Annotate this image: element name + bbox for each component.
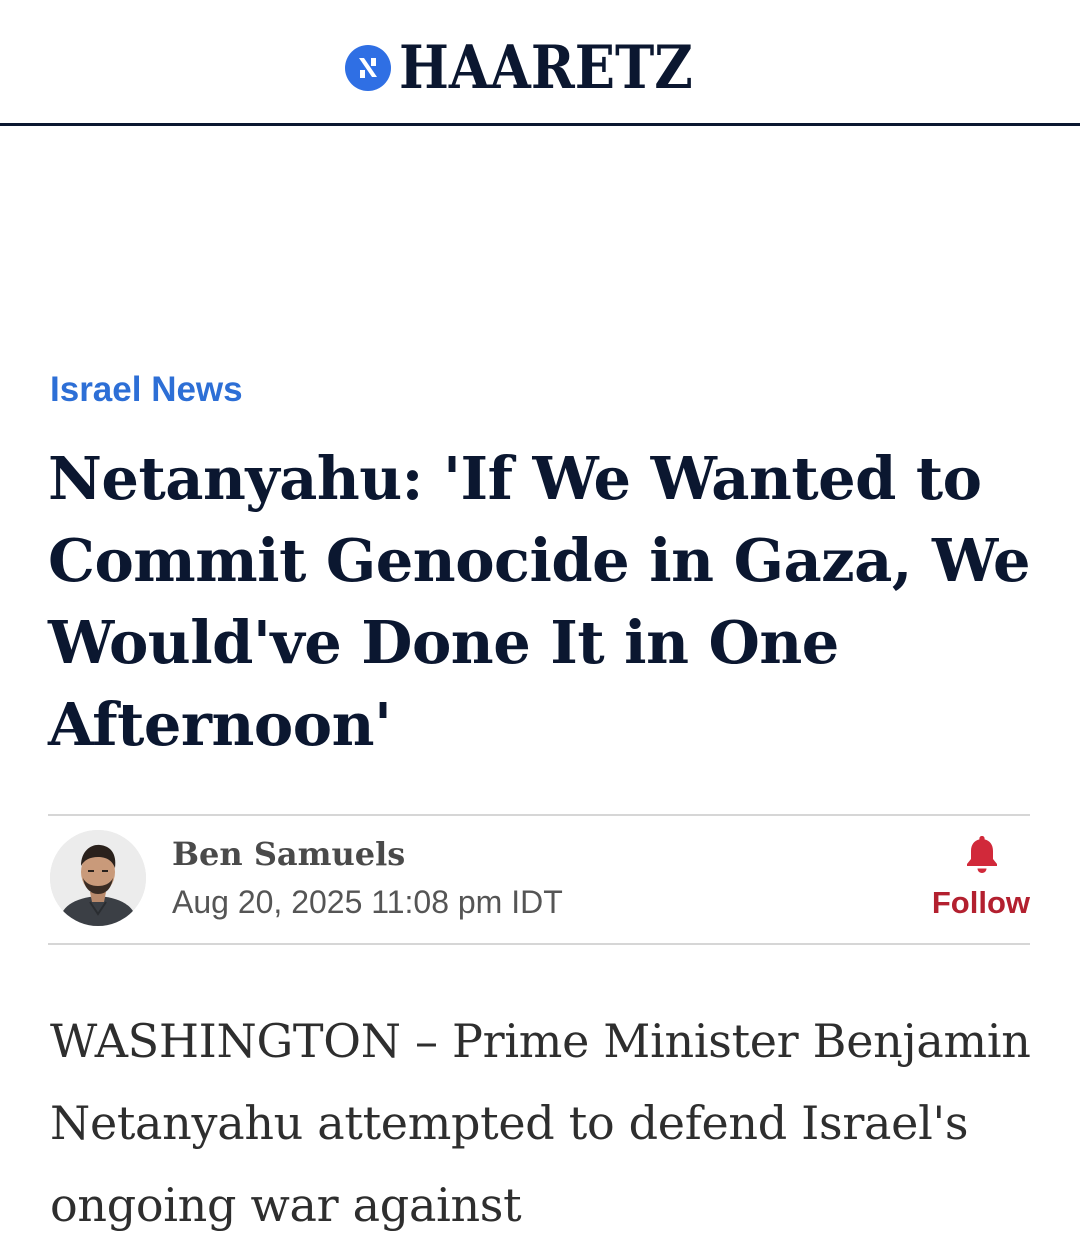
- site-header: HAARETZ: [0, 0, 1080, 126]
- article-headline: Netanyahu: 'If We Wanted to Commit Genoc…: [48, 444, 1030, 759]
- follow-button[interactable]: Follow: [920, 832, 1030, 928]
- author-name[interactable]: Ben Samuels: [172, 834, 405, 874]
- section-link[interactable]: Israel News: [50, 368, 243, 412]
- haaretz-logo[interactable]: HAARETZ: [345, 36, 733, 100]
- haaretz-logo-icon: [345, 45, 391, 91]
- bell-icon: [967, 836, 997, 873]
- publish-date: Aug 20, 2025 11:08 pm IDT: [172, 884, 563, 920]
- follow-label: Follow: [931, 885, 1030, 920]
- brand-name: HAARETZ: [399, 33, 693, 103]
- author-avatar[interactable]: [50, 830, 146, 926]
- article-lead-paragraph: WASHINGTON – Prime Minister Benjamin Net…: [50, 1014, 1031, 1232]
- byline: Ben Samuels Aug 20, 2025 11:08 pm IDT Fo…: [48, 814, 1030, 945]
